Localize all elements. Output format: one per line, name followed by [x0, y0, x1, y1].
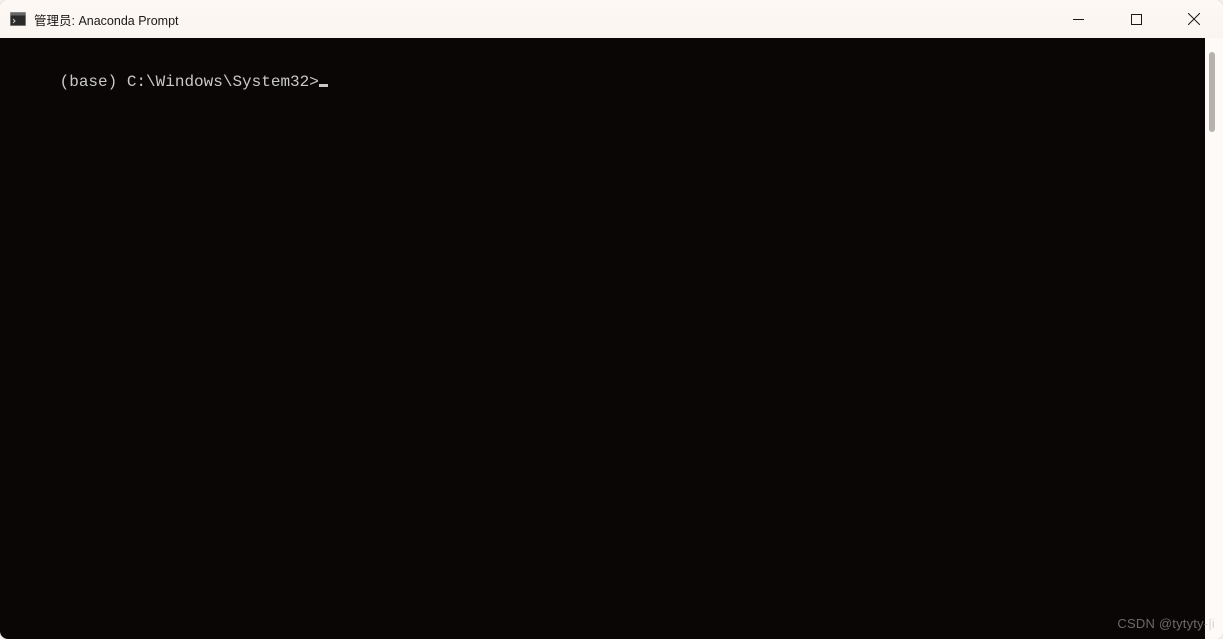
close-button[interactable]: [1165, 0, 1223, 38]
window-title: 管理员: Anaconda Prompt: [34, 10, 179, 29]
prompt-env: (base): [60, 73, 118, 91]
terminal-wrap: (base) C:\Windows\System32>: [0, 38, 1223, 639]
minimize-icon: [1073, 14, 1084, 25]
prompt-path: C:\Windows\System32>: [127, 73, 319, 91]
terminal-cursor: [319, 84, 328, 87]
close-icon: [1188, 13, 1200, 25]
titlebar[interactable]: 管理员: Anaconda Prompt: [0, 0, 1223, 38]
titlebar-left: 管理员: Anaconda Prompt: [10, 10, 179, 29]
terminal-icon: [10, 11, 26, 27]
prompt-line: (base) C:\Windows\System32>: [60, 73, 328, 91]
titlebar-controls: [1049, 0, 1223, 38]
minimize-button[interactable]: [1049, 0, 1107, 38]
maximize-icon: [1131, 14, 1142, 25]
window-frame: 管理员: Anaconda Prompt (base: [0, 0, 1223, 639]
scrollbar-thumb[interactable]: [1209, 52, 1215, 132]
terminal[interactable]: (base) C:\Windows\System32>: [0, 38, 1205, 639]
scrollbar-track[interactable]: [1205, 38, 1219, 639]
maximize-button[interactable]: [1107, 0, 1165, 38]
